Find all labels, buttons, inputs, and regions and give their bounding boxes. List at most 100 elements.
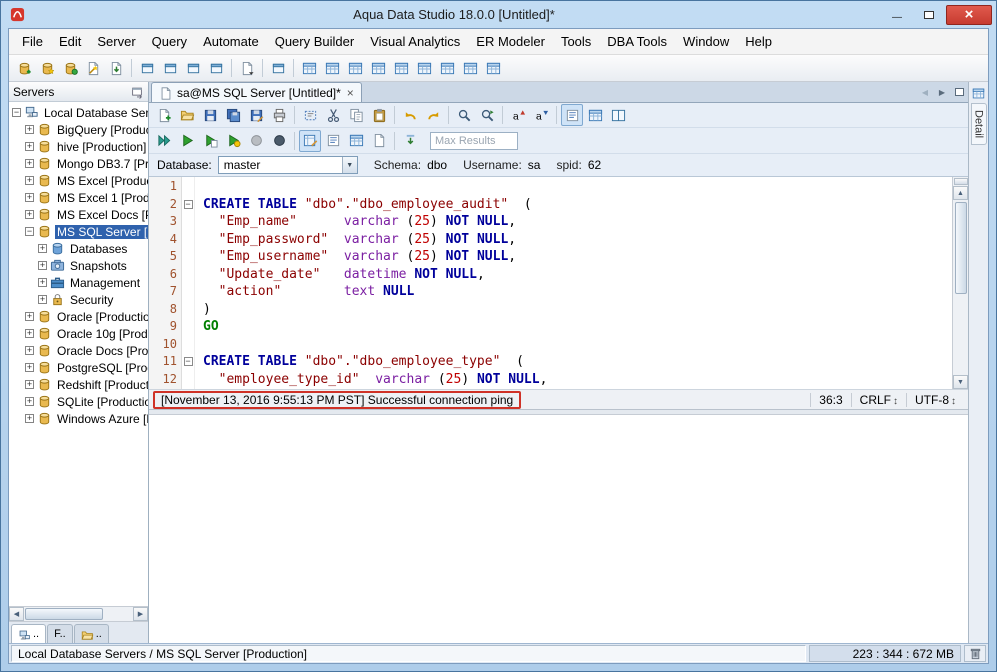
previous-tab-icon[interactable] (918, 85, 932, 99)
expander-plus-icon[interactable]: + (25, 414, 34, 423)
connect-server-icon[interactable] (59, 57, 81, 79)
split-editor-handle[interactable] (954, 178, 968, 185)
maximize-button[interactable] (914, 5, 944, 25)
save-as-icon[interactable] (245, 104, 267, 126)
menu-visual-analytics[interactable]: Visual Analytics (363, 32, 467, 51)
find-icon[interactable] (453, 104, 475, 126)
save-icon[interactable] (199, 104, 221, 126)
menu-server[interactable]: Server (90, 32, 142, 51)
tree-item-postgresql-production[interactable]: +PostgreSQL [Production] (9, 359, 148, 376)
code-line[interactable] (203, 336, 952, 354)
menu-window[interactable]: Window (676, 32, 736, 51)
panel-tab-servers[interactable]: .. (11, 624, 46, 643)
tree-item-snapshots[interactable]: +Snapshots (9, 257, 148, 274)
window-instance-manager-icon[interactable] (159, 57, 181, 79)
expander-plus-icon[interactable]: + (38, 295, 47, 304)
open-query-window-icon[interactable] (267, 57, 289, 79)
tree-item-oracle-10g-production[interactable]: +Oracle 10g [Production] (9, 325, 148, 342)
code-line[interactable]: "Emp_username" varchar (25) NOT NULL, (203, 248, 952, 266)
server-registration-wizard-icon[interactable] (36, 57, 58, 79)
paste-icon[interactable] (368, 104, 390, 126)
max-results-input[interactable] (430, 132, 518, 150)
execute-explain-icon[interactable] (222, 130, 244, 152)
tree-item-sqlite-production[interactable]: +SQLite [Production] (9, 393, 148, 410)
menu-help[interactable]: Help (738, 32, 779, 51)
tree-item-windows-azure-production[interactable]: +Windows Azure [Production] (9, 410, 148, 427)
code-area[interactable]: CREATE TABLE "dbo"."dbo_employee_audit" … (195, 177, 952, 389)
expander-plus-icon[interactable]: + (38, 261, 47, 270)
execute-all-icon[interactable] (153, 130, 175, 152)
register-server-icon[interactable] (13, 57, 35, 79)
tab-query-window[interactable]: sa@MS SQL Server [Untitled]* × (151, 82, 362, 102)
close-button[interactable] (946, 5, 992, 25)
redo-icon[interactable] (422, 104, 444, 126)
grid-visual-analytics-icon[interactable] (413, 57, 435, 79)
code-line[interactable]: CREATE TABLE "dbo"."dbo_employee_type" ( (203, 353, 952, 371)
expander-plus-icon[interactable]: + (25, 329, 34, 338)
grid-results-icon[interactable] (298, 57, 320, 79)
undo-icon[interactable] (399, 104, 421, 126)
expander-plus-icon[interactable]: + (38, 244, 47, 253)
grid-er-diagram-icon[interactable] (367, 57, 389, 79)
tree-item-ms-sql-server-production[interactable]: −MS SQL Server [Production] (9, 223, 148, 240)
toggle-grid-view-icon[interactable] (584, 104, 606, 126)
float-panel-icon[interactable] (130, 85, 144, 99)
cut-icon[interactable] (322, 104, 344, 126)
menu-file[interactable]: File (15, 32, 50, 51)
results-file-icon[interactable] (368, 130, 390, 152)
scrollbar-thumb[interactable] (25, 608, 103, 620)
code-line[interactable]: "Update_date" datetime NOT NULL, (203, 266, 952, 284)
code-line[interactable]: "action" text NULL (203, 283, 952, 301)
select-statement-icon[interactable] (299, 104, 321, 126)
expander-minus-icon[interactable]: − (25, 227, 34, 236)
scroll-down-icon[interactable]: ▼ (953, 375, 968, 389)
tree-item-ms-excel-production[interactable]: +MS Excel [Production] (9, 172, 148, 189)
edit-results-icon[interactable] (299, 130, 321, 152)
new-file-dropdown-icon[interactable] (236, 57, 258, 79)
execute-script-icon[interactable] (199, 130, 221, 152)
tree-item-oracle-production[interactable]: +Oracle [Production] (9, 308, 148, 325)
tree-item-hive-production[interactable]: +hive [Production] (9, 138, 148, 155)
grid-table-data-icon[interactable] (321, 57, 343, 79)
window-query-analyzer-icon[interactable] (136, 57, 158, 79)
menu-query-builder[interactable]: Query Builder (268, 32, 361, 51)
grid-automation-icon[interactable] (459, 57, 481, 79)
record-icon[interactable] (268, 130, 290, 152)
tree-item-security[interactable]: +Security (9, 291, 148, 308)
expander-plus-icon[interactable]: + (25, 142, 34, 151)
save-all-icon[interactable] (222, 104, 244, 126)
grid-query-builder-icon[interactable] (344, 57, 366, 79)
tree-item-mongo-db3-7-production[interactable]: +Mongo DB3.7 [Production] (9, 155, 148, 172)
fold-toggle-icon[interactable]: − (184, 357, 193, 366)
code-line[interactable]: "employee_type_id" varchar (25) NOT NULL… (203, 371, 952, 389)
code-line[interactable]: "Emp_password" varchar (25) NOT NULL, (203, 231, 952, 249)
editor-vertical-scrollbar[interactable]: ▲ ▼ (952, 177, 968, 389)
scrollbar-thumb[interactable] (955, 202, 967, 294)
tree-item-ms-excel-1-production[interactable]: +MS Excel 1 [Production] (9, 189, 148, 206)
panel-tab-files[interactable]: F.. (47, 624, 73, 643)
tree-item-ms-excel-docs-production[interactable]: +MS Excel Docs [Production] (9, 206, 148, 223)
memory-usage[interactable]: 223 : 344 : 672 MB (809, 645, 961, 662)
menu-tools[interactable]: Tools (554, 32, 598, 51)
expander-minus-icon[interactable]: − (12, 108, 21, 117)
new-file-icon[interactable] (153, 104, 175, 126)
tree-item-databases[interactable]: +Databases (9, 240, 148, 257)
line-ending-selector[interactable]: CRLF (851, 393, 906, 407)
menu-dba-tools[interactable]: DBA Tools (600, 32, 674, 51)
database-select[interactable]: master (218, 156, 358, 174)
menu-query[interactable]: Query (145, 32, 194, 51)
expander-plus-icon[interactable]: + (25, 312, 34, 321)
results-text-icon[interactable] (322, 130, 344, 152)
scroll-right-icon[interactable]: ▶ (133, 607, 148, 621)
toggle-split-view-icon[interactable] (607, 104, 629, 126)
scroll-left-icon[interactable]: ◀ (9, 607, 24, 621)
expander-plus-icon[interactable]: + (25, 193, 34, 202)
expander-plus-icon[interactable]: + (25, 176, 34, 185)
menu-er-modeler[interactable]: ER Modeler (469, 32, 552, 51)
expander-plus-icon[interactable]: + (25, 346, 34, 355)
encoding-selector[interactable]: UTF-8 (906, 393, 964, 407)
expander-plus-icon[interactable]: + (25, 159, 34, 168)
fold-toggle-icon[interactable]: − (184, 200, 193, 209)
font-decrease-icon[interactable]: a (530, 104, 552, 126)
next-tab-icon[interactable] (935, 85, 949, 99)
